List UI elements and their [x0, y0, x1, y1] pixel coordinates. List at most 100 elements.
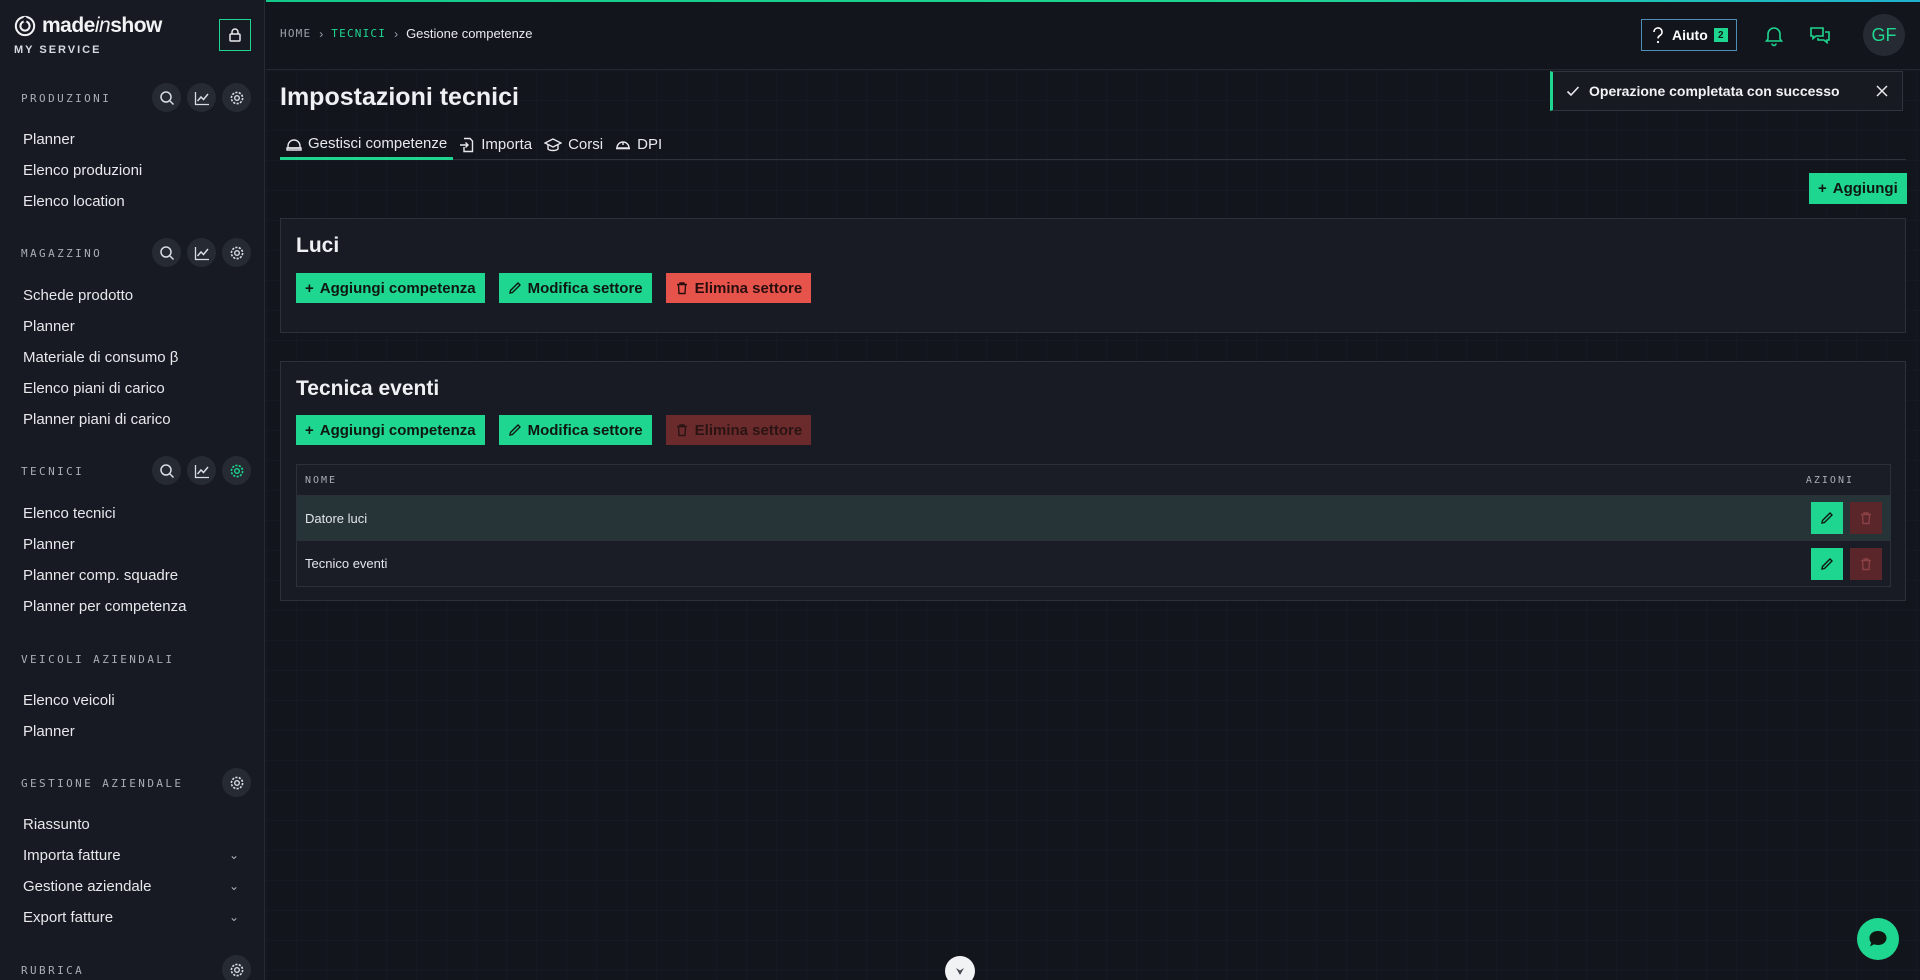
- sidebar-item-label: Planner: [23, 535, 75, 553]
- chart-icon: [194, 91, 209, 105]
- lock-sidebar-button[interactable]: [219, 19, 251, 51]
- skill-name: Tecnico eventi: [305, 556, 388, 571]
- brand-subtitle: MY SERVICE: [14, 44, 102, 56]
- sidebar-item-label: Materiale di consumo β: [23, 348, 179, 366]
- edit-skill-button[interactable]: [1811, 502, 1843, 534]
- delete-sector-button-disabled: Elimina settore: [665, 415, 812, 445]
- toast-message: Operazione completata con successo: [1589, 83, 1840, 99]
- add-skill-button[interactable]: + Aggiungi competenza: [296, 415, 485, 445]
- sidebar-item-elenco-piani-carico[interactable]: Elenco piani di carico: [23, 376, 243, 400]
- produzioni-stats-button[interactable]: [187, 83, 216, 112]
- gear-icon: [230, 963, 243, 976]
- sidebar-item-label: Riassunto: [23, 815, 90, 833]
- column-header-actions: AZIONI: [1805, 474, 1854, 486]
- logo-icon: [14, 15, 36, 37]
- breadcrumb-tecnici[interactable]: TECNICI: [331, 27, 386, 40]
- plus-icon: +: [1818, 180, 1827, 197]
- tab-corsi[interactable]: Corsi: [538, 130, 609, 159]
- magazzino-search-button[interactable]: [152, 238, 181, 267]
- brand[interactable]: madeinshow MY SERVICE: [14, 14, 162, 56]
- delete-skill-button[interactable]: [1850, 502, 1882, 534]
- rubrica-settings-button[interactable]: [222, 955, 251, 980]
- trash-icon: [676, 282, 687, 295]
- sidebar-item-planner-tecnici[interactable]: Planner: [23, 532, 243, 556]
- table-row[interactable]: Datore luci: [297, 496, 1890, 541]
- edit-skill-button[interactable]: [1811, 547, 1843, 580]
- sidebar-item-planner-comp-squadre[interactable]: Planner comp. squadre: [23, 563, 243, 587]
- tab-dpi[interactable]: DPI: [609, 130, 668, 159]
- sidebar-item-schede-prodotto[interactable]: Schede prodotto: [23, 283, 243, 307]
- sidebar-item-label: Elenco veicoli: [23, 691, 115, 709]
- avatar[interactable]: GF: [1863, 14, 1905, 56]
- chat-support-button[interactable]: [1857, 918, 1899, 960]
- magazzino-stats-button[interactable]: [187, 238, 216, 267]
- sidebar-item-elenco-location[interactable]: Elenco location: [23, 189, 243, 213]
- help-icon: [1653, 27, 1663, 44]
- sidebar-item-label: Elenco piani di carico: [23, 379, 165, 397]
- section-title-tecnici: TECNICI: [21, 464, 85, 478]
- sidebar-item-planner-per-competenza[interactable]: Planner per competenza: [23, 594, 243, 618]
- edit-sector-button[interactable]: Modifica settore: [498, 415, 652, 445]
- button-label: Modifica settore: [527, 279, 643, 297]
- chat-bubble-icon: [1869, 931, 1887, 947]
- tab-label: Corsi: [568, 136, 604, 153]
- scroll-down-button[interactable]: [945, 956, 975, 980]
- tecnici-stats-button[interactable]: [187, 456, 216, 485]
- button-label: Aggiungi competenza: [319, 421, 476, 439]
- tab-importa[interactable]: Importa: [453, 130, 538, 159]
- gestione-settings-button[interactable]: [222, 768, 251, 797]
- edit-sector-button[interactable]: Modifica settore: [498, 273, 652, 303]
- chevron-right-icon: ›: [319, 26, 324, 41]
- sidebar-item-elenco-tecnici[interactable]: Elenco tecnici: [23, 501, 243, 525]
- sidebar-item-export-fatture[interactable]: Export fatture ⌄: [23, 905, 243, 929]
- sidebar-item-planner-veicoli[interactable]: Planner: [23, 719, 243, 743]
- sector-card-tecnica-eventi: Tecnica eventi + Aggiungi competenza Modi…: [280, 361, 1906, 601]
- add-skill-button[interactable]: + Aggiungi competenza: [296, 273, 485, 303]
- tab-bar: Gestisci competenze Importa Corsi DPI: [280, 130, 1906, 160]
- sidebar: madeinshow MY SERVICE PRODUZIONI Planner…: [0, 0, 265, 980]
- chevron-down-icon: ⌄: [228, 879, 239, 893]
- sidebar-item-planner-produzioni[interactable]: Planner: [23, 127, 243, 151]
- produzioni-search-button[interactable]: [152, 83, 181, 112]
- tab-label: DPI: [637, 136, 663, 153]
- sidebar-item-planner-piani-carico[interactable]: Planner piani di carico: [23, 407, 243, 431]
- breadcrumb-home[interactable]: HOME: [280, 27, 311, 40]
- sidebar-item-planner-magazzino[interactable]: Planner: [23, 314, 243, 338]
- magazzino-settings-button[interactable]: [222, 238, 251, 267]
- brand-name: madeinshow: [42, 14, 162, 37]
- delete-sector-button[interactable]: Elimina settore: [665, 273, 812, 303]
- search-icon: [159, 90, 174, 105]
- help-button[interactable]: Aiuto 2: [1641, 19, 1737, 51]
- bell-icon[interactable]: [1762, 23, 1786, 47]
- pencil-icon: [1821, 512, 1833, 524]
- gear-icon: [230, 91, 243, 104]
- trash-icon: [1861, 512, 1871, 525]
- tab-gestisci-competenze[interactable]: Gestisci competenze: [280, 130, 454, 160]
- section-title-veicoli: VEICOLI AZIENDALI: [21, 652, 175, 666]
- gear-icon: [230, 464, 243, 477]
- pencil-icon: [508, 424, 521, 436]
- table-row[interactable]: Tecnico eventi: [297, 541, 1890, 586]
- button-label: Aggiungi competenza: [319, 279, 476, 297]
- sidebar-item-importa-fatture[interactable]: Importa fatture ⌄: [23, 843, 243, 867]
- delete-skill-button[interactable]: [1850, 547, 1882, 580]
- search-icon: [159, 463, 174, 478]
- breadcrumb: HOME › TECNICI › Gestione competenze: [280, 26, 533, 41]
- tecnici-settings-button[interactable]: [222, 456, 251, 485]
- produzioni-settings-button[interactable]: [222, 83, 251, 112]
- chat-icon[interactable]: [1808, 23, 1832, 47]
- header: HOME › TECNICI › Gestione competenze Aiu…: [266, 2, 1920, 70]
- sidebar-item-elenco-veicoli[interactable]: Elenco veicoli: [23, 688, 243, 712]
- sidebar-item-gestione-aziendale[interactable]: Gestione aziendale ⌄: [23, 874, 243, 898]
- tecnici-search-button[interactable]: [152, 456, 181, 485]
- column-header-name: NOME: [305, 474, 338, 486]
- sidebar-item-riassunto[interactable]: Riassunto: [23, 812, 243, 836]
- sidebar-item-materiale-consumo[interactable]: Materiale di consumo β: [23, 345, 243, 369]
- sidebar-item-elenco-produzioni[interactable]: Elenco produzioni: [23, 158, 243, 182]
- close-icon: [1876, 85, 1888, 97]
- tab-label: Importa: [481, 136, 533, 153]
- table-header: NOME AZIONI: [297, 465, 1890, 496]
- import-icon: [460, 137, 474, 152]
- toast-close-button[interactable]: [1872, 81, 1892, 101]
- add-sector-button[interactable]: + Aggiungi: [1809, 173, 1907, 204]
